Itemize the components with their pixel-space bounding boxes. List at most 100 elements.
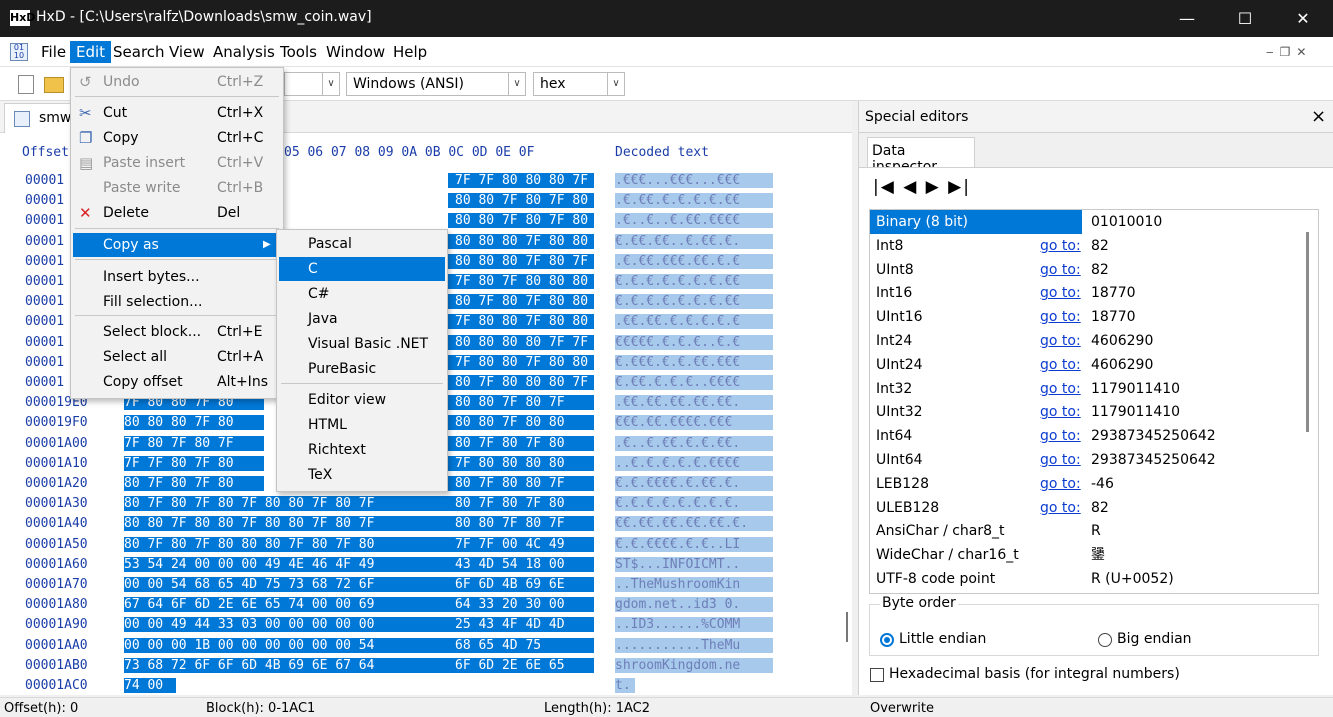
menu-item-copy-as[interactable]: Copy as ▶ bbox=[73, 233, 281, 257]
row-decoded-text[interactable]: €.€.€.€.€.€.€.€€ bbox=[615, 274, 773, 289]
close-icon[interactable]: × bbox=[1311, 106, 1326, 127]
little-endian-label[interactable]: Little endian bbox=[899, 631, 986, 647]
row-hex-bytes[interactable]: 80 80 7F 80 7F bbox=[448, 395, 594, 411]
row-decoded-text[interactable]: €.€€.€.€.€..€€€€ bbox=[615, 375, 773, 390]
row-decoded-text[interactable]: .€€.€€.€€.€€.€€. bbox=[615, 395, 773, 411]
hex-basis-label[interactable]: Hexadecimal basis (for integral numbers) bbox=[889, 666, 1180, 682]
inspector-row[interactable]: LEB128 go to: -46 bbox=[870, 472, 1300, 496]
inspector-row[interactable]: UInt32 go to: 1179011410 bbox=[870, 400, 1300, 424]
copy-as-item-purebasic[interactable]: PureBasic bbox=[279, 357, 445, 381]
go-to-link[interactable]: go to: bbox=[1040, 353, 1081, 377]
row-decoded-text[interactable]: shroomKingdom.ne bbox=[615, 657, 773, 673]
row-hex-bytes[interactable]: 80 7F 80 7F 80 bbox=[124, 476, 264, 491]
inspector-row[interactable]: UInt8 go to: 82 bbox=[870, 258, 1300, 282]
row-hex-bytes[interactable]: 80 80 7F 80 7F 80 80 7F 80 80 80 bbox=[448, 213, 705, 229]
menu-item-paste-write[interactable]: Paste write Ctrl+B bbox=[73, 176, 281, 200]
go-to-link[interactable]: go to: bbox=[1040, 258, 1081, 282]
row-decoded-text[interactable]: .€€.€€.€.€.€.€.€ bbox=[615, 314, 773, 330]
menu-window[interactable]: Window bbox=[320, 41, 391, 63]
go-to-link[interactable]: go to: bbox=[1040, 448, 1081, 472]
go-to-link[interactable]: go to: bbox=[1040, 472, 1081, 496]
row-decoded-text[interactable]: €.€€€.€.€.€€.€€€ bbox=[615, 354, 773, 370]
row-decoded-text[interactable]: ST$...INFOICMT.. bbox=[615, 556, 773, 572]
row-hex-bytes[interactable]: 80 80 80 7F 80 80 80 80 7F 80 7F bbox=[448, 233, 705, 249]
inspector-row[interactable]: WideChar / char16_t 䥒 bbox=[870, 543, 1300, 567]
menu-item-undo[interactable]: ↺ Undo Ctrl+Z bbox=[73, 70, 281, 94]
row-decoded-text[interactable]: €.€.€€€€.€.€€.€. bbox=[615, 476, 773, 491]
row-decoded-text[interactable]: €€€.€€.€€€€.€€€ bbox=[615, 415, 773, 431]
inspector-row-value[interactable]: R bbox=[1091, 519, 1101, 543]
menu-item-copy[interactable]: ❐ Copy Ctrl+C bbox=[73, 126, 281, 150]
row-decoded-text[interactable]: ...........TheMu bbox=[615, 637, 773, 653]
row-hex-bytes[interactable]: 43 4D 54 18 00 bbox=[448, 556, 594, 572]
inspector-row[interactable]: UInt24 go to: 4606290 bbox=[870, 353, 1300, 377]
row-hex-bytes[interactable]: 6F 6D 2E 6E 65 bbox=[448, 657, 594, 673]
row-hex-bytes[interactable]: 80 80 80 7F 80 7F 7F 80 7F 80 7F bbox=[448, 253, 705, 269]
copy-as-item-richtext[interactable]: Richtext bbox=[279, 438, 445, 462]
new-file-icon[interactable] bbox=[18, 75, 34, 94]
inspector-row-value[interactable]: 29387345250642 bbox=[1091, 448, 1216, 472]
open-file-icon[interactable] bbox=[44, 77, 64, 93]
row-decoded-text[interactable]: €€.€€.€€.€€.€€.€. bbox=[615, 516, 773, 532]
row-decoded-text[interactable]: .€..€.€€.€.€.€€. bbox=[615, 435, 773, 451]
copy-as-item-java[interactable]: Java bbox=[279, 307, 445, 331]
big-endian-radio[interactable] bbox=[1098, 633, 1112, 647]
menu-item-delete[interactable]: ✕ Delete Del bbox=[73, 201, 281, 225]
row-decoded-text[interactable]: €.€.€.€.€.€.€.€€ bbox=[615, 294, 773, 310]
row-hex-bytes[interactable]: 00 00 54 68 65 4D 75 73 68 72 6F bbox=[124, 577, 448, 592]
inspector-row[interactable]: Int8 go to: 82 bbox=[870, 234, 1300, 258]
row-decoded-text[interactable]: ..ID3......%COMM bbox=[615, 617, 773, 633]
encoding-select[interactable]: Windows (ANSI) ∨ bbox=[346, 72, 526, 96]
row-hex-bytes[interactable]: 7F 80 7F 80 80 80 7F 80 7F 80 80 bbox=[448, 274, 705, 289]
inspector-row-value[interactable]: 䥒 bbox=[1091, 543, 1105, 567]
inspector-row-value[interactable]: 01010010 bbox=[1091, 210, 1162, 234]
row-hex-bytes[interactable]: 7F 80 80 7F 80 80 80 7F 80 80 80 bbox=[448, 354, 705, 370]
inspector-row[interactable]: Int16 go to: 18770 bbox=[870, 281, 1300, 305]
row-hex-bytes[interactable]: 7F 80 80 80 80 bbox=[448, 455, 594, 471]
go-to-link[interactable]: go to: bbox=[1040, 424, 1081, 448]
row-hex-bytes[interactable]: 80 80 80 80 7F 7F 7F 7F 80 7F 80 bbox=[448, 334, 705, 350]
inspector-row[interactable]: Int32 go to: 1179011410 bbox=[870, 377, 1300, 401]
inspector-row-value[interactable]: R (U+0052) bbox=[1091, 567, 1174, 591]
row-decoded-text[interactable]: €.€€.€€..€.€€.€. bbox=[615, 233, 773, 249]
menu-item-select-all[interactable]: Select all Ctrl+A bbox=[73, 345, 281, 369]
row-hex-bytes[interactable]: 25 43 4F 4D 4D bbox=[448, 617, 594, 633]
copy-as-item-editor-view[interactable]: Editor view bbox=[279, 388, 445, 412]
menu-item-cut[interactable]: ✂ Cut Ctrl+X bbox=[73, 101, 281, 125]
inspector-row-value[interactable]: 18770 bbox=[1091, 305, 1136, 329]
row-hex-bytes[interactable]: 80 80 7F 80 7F bbox=[448, 516, 594, 532]
row-hex-bytes[interactable]: 64 33 20 30 00 bbox=[448, 597, 594, 613]
go-to-link[interactable]: go to: bbox=[1040, 377, 1081, 401]
copy-as-item-visual-basic-net[interactable]: Visual Basic .NET bbox=[279, 332, 445, 356]
row-hex-bytes[interactable]: 80 80 80 7F 80 bbox=[124, 415, 264, 431]
row-decoded-text[interactable]: .€.€€.€€€.€€.€.€ bbox=[615, 253, 773, 269]
row-hex-bytes[interactable]: 68 65 4D 75 bbox=[448, 637, 594, 653]
row-decoded-text[interactable]: .€.€€.€.€.€.€.€€ bbox=[615, 193, 773, 209]
menu-item-select-block[interactable]: Select block... Ctrl+E bbox=[73, 320, 281, 344]
mdi-controls[interactable]: ‒❐✕ bbox=[1266, 45, 1328, 63]
menu-view[interactable]: View bbox=[163, 41, 211, 63]
row-hex-bytes[interactable]: 80 7F 80 7F 80 80 80 7F 80 7F 80 bbox=[124, 536, 448, 552]
row-hex-bytes[interactable]: 6F 6D 4B 69 6E bbox=[448, 577, 594, 592]
go-to-link[interactable]: go to: bbox=[1040, 305, 1081, 329]
bytes-per-row-select[interactable]: ∨ bbox=[284, 72, 340, 96]
pane-splitter[interactable] bbox=[846, 612, 848, 642]
inspector-row[interactable]: UTF-8 code point R (U+0052) bbox=[870, 567, 1300, 591]
row-decoded-text[interactable]: .€€€...€€€...€€€ bbox=[615, 173, 773, 188]
row-decoded-text[interactable]: gdom.net..id3 0. bbox=[615, 597, 773, 613]
hex-basis-checkbox[interactable] bbox=[870, 668, 884, 682]
row-hex-bytes[interactable]: 80 7F 80 80 7F bbox=[448, 476, 594, 491]
row-hex-bytes[interactable]: 7F 7F 00 4C 49 bbox=[448, 536, 594, 552]
row-decoded-text[interactable]: ..TheMushroomKin bbox=[615, 577, 773, 592]
go-to-link[interactable]: go to: bbox=[1040, 400, 1081, 424]
inspector-row-value[interactable]: 82 bbox=[1091, 234, 1109, 258]
inspector-row[interactable]: UInt64 go to: 29387345250642 bbox=[870, 448, 1300, 472]
row-hex-bytes[interactable]: 80 80 7F 80 7F 80 7F 80 7F 80 80 bbox=[448, 193, 705, 209]
row-decoded-text[interactable]: €€€€€.€.€.€..€.€ bbox=[615, 334, 773, 350]
copy-as-item-csharp[interactable]: C# bbox=[279, 282, 445, 306]
maximize-button[interactable]: ☐ bbox=[1216, 0, 1274, 37]
row-decoded-text[interactable]: t. bbox=[615, 678, 635, 693]
inspector-row-value[interactable]: 82 bbox=[1091, 258, 1109, 282]
inspector-row[interactable]: AnsiChar / char8_t R bbox=[870, 519, 1300, 543]
copy-as-item-pascal[interactable]: Pascal bbox=[279, 232, 445, 256]
